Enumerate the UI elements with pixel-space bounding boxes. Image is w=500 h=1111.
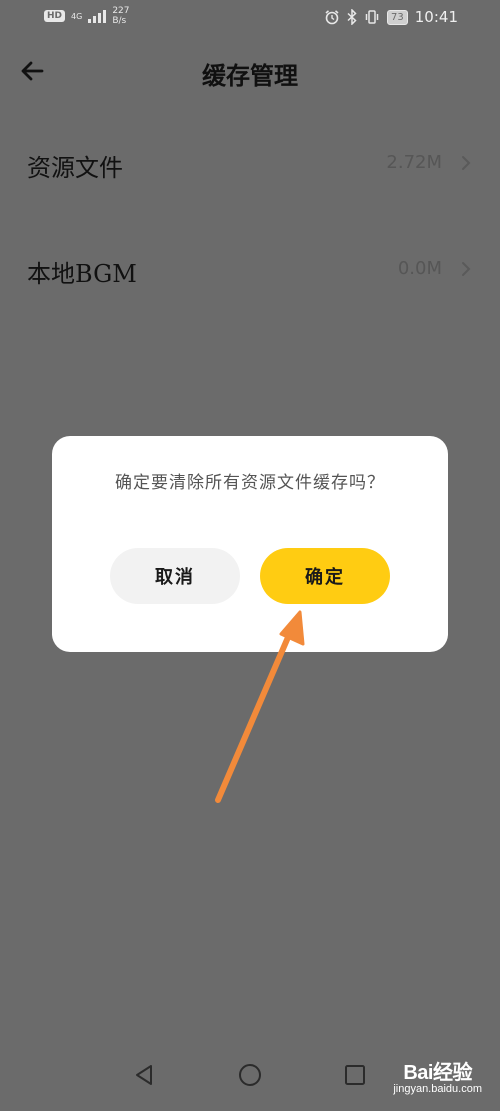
page-title: 缓存管理	[202, 61, 298, 90]
status-right: 73 10:41	[324, 8, 458, 26]
triangle-back-icon[interactable]	[133, 1063, 155, 1087]
row-label: 资源文件	[27, 154, 123, 182]
clock: 10:41	[414, 8, 458, 26]
battery-icon: 73	[387, 9, 408, 25]
cancel-button[interactable]: 取消	[110, 548, 240, 604]
row-value: 2.72M	[386, 152, 442, 173]
square-recent-icon[interactable]	[344, 1064, 366, 1086]
dialog-message: 确定要清除所有资源文件缓存吗？	[115, 473, 385, 493]
chevron-right-icon	[462, 156, 471, 170]
confirm-button[interactable]: 确定	[260, 548, 390, 604]
row-value: 0.0M	[397, 258, 442, 279]
network-speed-unit: B/s	[112, 16, 127, 26]
network-speed: 227 B/s	[112, 6, 129, 26]
signal-icon	[88, 9, 107, 23]
watermark-url: jingyan.baidu.com	[393, 1083, 482, 1095]
header: 缓存管理	[0, 44, 500, 98]
alarm-icon	[325, 10, 339, 25]
watermark: Bai经验 jingyan.baidu.com	[393, 1056, 482, 1095]
hd-badge: HD	[44, 10, 66, 22]
chevron-right-icon	[462, 262, 471, 276]
bluetooth-icon	[347, 9, 357, 25]
status-bar: HD 4G 227 B/s 73 10:41	[0, 0, 500, 36]
row-label: 本地BGM	[27, 260, 137, 288]
network-speed-value: 227	[112, 6, 130, 16]
watermark-logo: Bai经验	[403, 1062, 472, 1084]
confirm-dialog: 确定要清除所有资源文件缓存吗？ 取消 确定	[52, 436, 448, 652]
screen: HD 4G 227 B/s 73 10:41 缓存管理 资源文件 2.72M 本…	[0, 0, 500, 1111]
vibrate-icon	[365, 10, 379, 24]
circle-home-icon[interactable]	[238, 1063, 262, 1087]
status-left: HD 4G 227 B/s	[44, 6, 130, 26]
network-type: 4G	[71, 11, 83, 21]
list-item-resource-files[interactable]: 资源文件 2.72M	[0, 134, 500, 194]
list-item-local-bgm[interactable]: 本地BGM 0.0M	[0, 240, 500, 300]
